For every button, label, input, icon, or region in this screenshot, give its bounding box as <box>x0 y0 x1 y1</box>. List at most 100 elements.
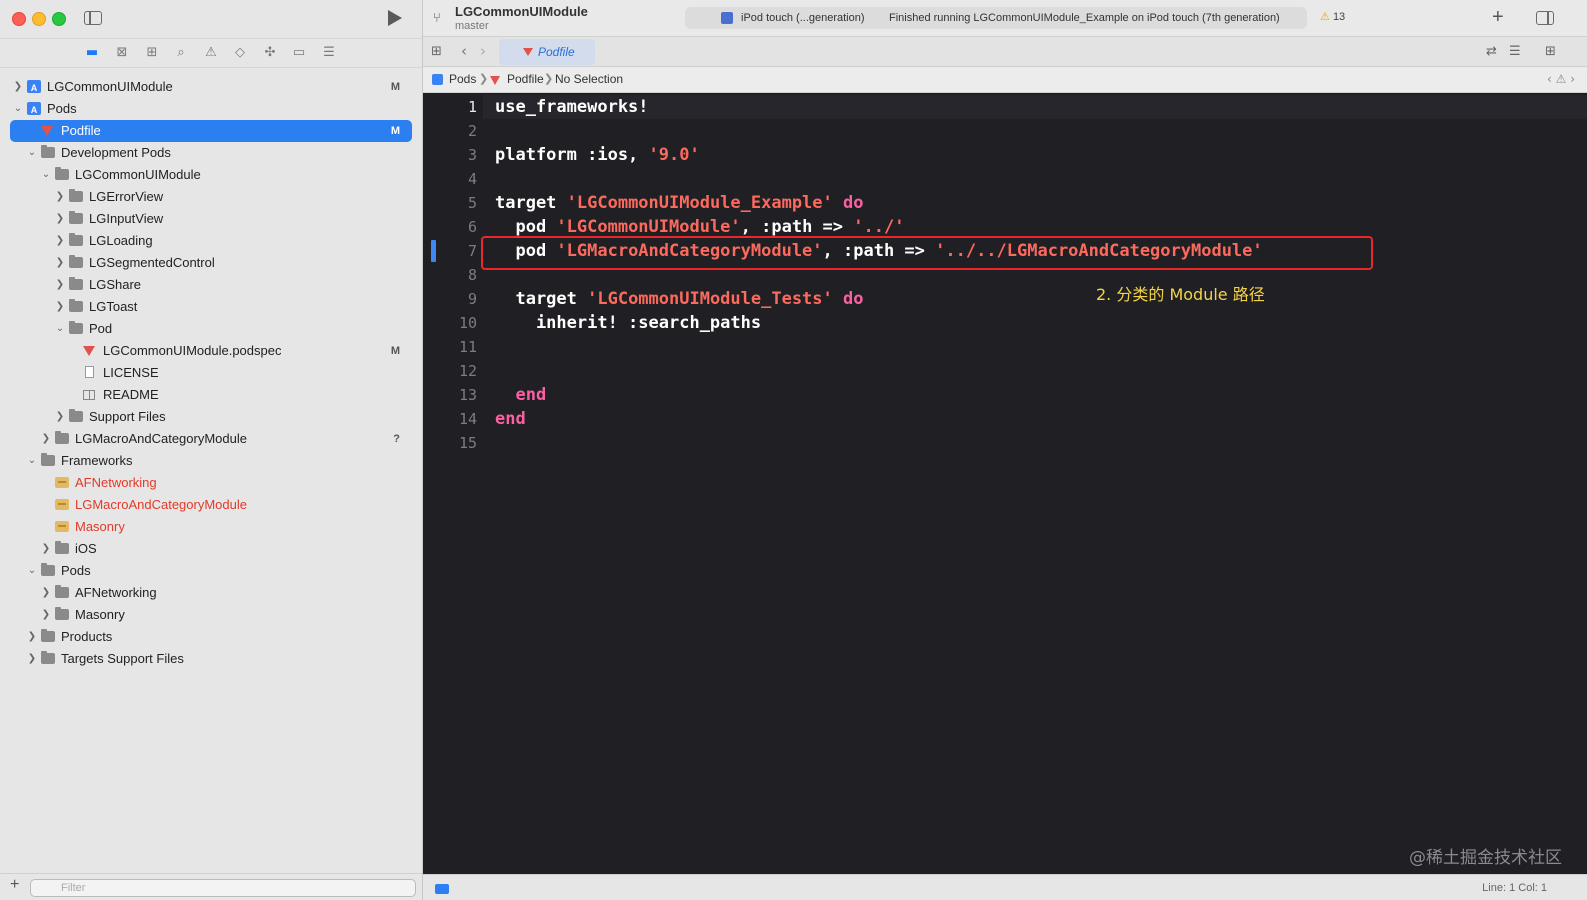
chevron-right-icon[interactable]: ❯ <box>54 230 66 252</box>
debug-navigator-icon[interactable]: ✣ <box>262 45 278 61</box>
test-navigator-icon[interactable]: ◇ <box>232 45 248 61</box>
chevron-down-icon[interactable]: ⌄ <box>26 560 38 582</box>
tree-item-readme[interactable]: README <box>10 384 412 406</box>
tree-item-lgcommonuimodule-project[interactable]: ❯ LGCommonUIModule M <box>10 76 412 99</box>
related-items-icon[interactable]: ⊞ <box>431 44 442 59</box>
issue-navigator-icon[interactable]: ⚠ <box>203 45 219 61</box>
chevron-right-icon[interactable]: ❯ <box>12 76 24 98</box>
run-button[interactable] <box>388 10 402 26</box>
chevron-down-icon[interactable]: ⌄ <box>12 98 24 120</box>
source-control-navigator-icon[interactable]: ⊠ <box>114 45 130 61</box>
split-editor-icon[interactable]: ⊞ <box>1545 44 1556 59</box>
tree-item-support-files[interactable]: ❯ Support Files <box>10 406 412 428</box>
framework-icon <box>55 521 69 532</box>
chevron-right-icon[interactable]: ❯ <box>40 582 52 604</box>
jumpbar-item-pods[interactable]: Pods <box>449 67 476 92</box>
tree-item-lgtoast[interactable]: ❯ LGToast <box>10 296 412 318</box>
adjust-editor-icon[interactable]: ⇄ <box>1486 44 1497 59</box>
folder-icon <box>41 563 55 576</box>
line-number: 4 <box>467 170 477 188</box>
chevron-right-icon[interactable]: ❯ <box>54 208 66 230</box>
editor-options-icon[interactable]: ☰ <box>1509 44 1521 59</box>
run-destination[interactable]: iPod touch (...generation) <box>741 7 865 29</box>
tree-item-masonry-framework[interactable]: Masonry <box>10 516 412 538</box>
tree-item-masonry-pod[interactable]: ❯ Masonry <box>10 604 412 626</box>
chevron-right-icon[interactable]: ❯ <box>54 186 66 208</box>
tree-item-lgsegmentedcontrol[interactable]: ❯ LGSegmentedControl <box>10 252 412 274</box>
breakpoint-navigator-icon[interactable]: ▭ <box>291 45 307 61</box>
editor-area: ⑂ LGCommonUIModule master iPod touch (..… <box>423 0 1587 900</box>
tree-item-afnetworking-framework[interactable]: AFNetworking <box>10 472 412 494</box>
tree-item-label: LGShare <box>89 277 142 292</box>
tree-item-podfile[interactable]: Podfile M <box>10 120 412 142</box>
tree-item-lgmacroandcategorymodule-framework[interactable]: LGMacroAndCategoryModule <box>10 494 412 516</box>
forward-arrow-icon[interactable]: › <box>480 42 486 60</box>
keyword: end <box>495 385 547 405</box>
add-file-button[interactable]: + <box>10 876 19 894</box>
tree-item-pods-project[interactable]: ⌄ Pods <box>10 98 412 121</box>
chevron-right-icon[interactable]: ❯ <box>26 648 38 670</box>
current-line-highlight <box>483 95 1587 119</box>
chevron-right-icon[interactable]: ❯ <box>54 252 66 274</box>
project-navigator-icon[interactable]: ▬ <box>84 45 100 61</box>
chevron-down-icon[interactable]: ⌄ <box>26 450 38 472</box>
close-window-button[interactable] <box>12 12 26 26</box>
chevron-right-icon[interactable]: ❯ <box>54 406 66 428</box>
chevron-right-icon[interactable]: ❯ <box>40 538 52 560</box>
warnings-indicator[interactable]: ⚠ 13 <box>1320 10 1345 23</box>
tree-item-lginputview[interactable]: ❯ LGInputView <box>10 208 412 230</box>
chevron-down-icon[interactable]: ⌄ <box>40 164 52 186</box>
minimize-window-button[interactable] <box>32 12 46 26</box>
tree-item-products[interactable]: ❯ Products <box>10 626 412 648</box>
tree-item-pod[interactable]: ⌄ Pod <box>10 318 412 340</box>
find-navigator-icon[interactable]: ⌕ <box>173 45 189 61</box>
chevron-right-icon[interactable]: ❯ <box>40 604 52 626</box>
tab-podfile[interactable]: Podfile <box>499 39 595 65</box>
issue-navigation-icon[interactable]: ‹ ⚠ › <box>1547 67 1575 92</box>
toggle-navigator-icon[interactable] <box>84 11 102 25</box>
branch-icon: ⑂ <box>433 11 441 26</box>
tree-item-license[interactable]: LICENSE <box>10 362 412 384</box>
chevron-right-icon[interactable]: ❯ <box>40 428 52 450</box>
zoom-window-button[interactable] <box>52 12 66 26</box>
symbol-navigator-icon[interactable]: ⊞ <box>144 45 160 61</box>
tree-item-frameworks[interactable]: ⌄ Frameworks <box>10 450 412 472</box>
line-number: 12 <box>458 362 477 380</box>
tree-item-podspec[interactable]: LGCommonUIModule.podspec M <box>10 340 412 362</box>
back-arrow-icon[interactable]: ‹ <box>461 42 467 60</box>
chevron-down-icon[interactable]: ⌄ <box>26 142 38 164</box>
filter-input[interactable]: Filter <box>30 879 416 897</box>
tree-item-lgcommonuimodule-group[interactable]: ⌄ LGCommonUIModule <box>10 164 412 186</box>
code-token: use_frameworks! <box>495 97 649 117</box>
tree-item-development-pods[interactable]: ⌄ Development Pods <box>10 142 412 164</box>
code-editor[interactable]: 1 2 3 4 5 6 7 8 9 10 11 12 13 14 15 use_… <box>423 93 1587 874</box>
navigator-selector-bar: ▬ ⊠ ⊞ ⌕ ⚠ ◇ ✣ ▭ ☰ <box>0 38 422 68</box>
chevron-right-icon[interactable]: ❯ <box>26 626 38 648</box>
ruby-file-icon <box>523 48 533 56</box>
jumpbar-item-podfile[interactable]: Podfile <box>507 67 544 92</box>
scheme-project-name[interactable]: LGCommonUIModule <box>455 4 588 19</box>
tree-item-afnetworking-pod[interactable]: ❯ AFNetworking <box>10 582 412 604</box>
code-token: pod <box>495 217 557 237</box>
tree-item-pods-group[interactable]: ⌄ Pods <box>10 560 412 582</box>
tree-item-lgmacroandcategorymodule-group[interactable]: ❯ LGMacroAndCategoryModule ? <box>10 428 412 450</box>
code-line-9: target 'LGCommonUIModule_Tests' do <box>495 289 863 309</box>
tree-item-lgloading[interactable]: ❯ LGLoading <box>10 230 412 252</box>
tree-item-lgerrorview[interactable]: ❯ LGErrorView <box>10 186 412 208</box>
tree-item-lgshare[interactable]: ❯ LGShare <box>10 274 412 296</box>
toggle-inspector-icon[interactable] <box>1536 11 1554 25</box>
code-token: target <box>495 289 588 309</box>
debug-area-toggle-icon[interactable] <box>435 884 449 894</box>
tab-label: Podfile <box>538 45 575 59</box>
folder-icon <box>69 321 83 334</box>
jumpbar-item-selection[interactable]: No Selection <box>555 67 623 92</box>
project-icon <box>432 74 443 85</box>
chevron-down-icon[interactable]: ⌄ <box>54 318 66 340</box>
chevron-right-icon[interactable]: ❯ <box>54 274 66 296</box>
report-navigator-icon[interactable]: ☰ <box>321 45 337 61</box>
library-button[interactable]: + <box>1492 6 1504 29</box>
tree-item-targets-support-files[interactable]: ❯ Targets Support Files <box>10 648 412 670</box>
tree-item-label: LGErrorView <box>89 189 164 204</box>
chevron-right-icon[interactable]: ❯ <box>54 296 66 318</box>
tree-item-ios[interactable]: ❯ iOS <box>10 538 412 560</box>
